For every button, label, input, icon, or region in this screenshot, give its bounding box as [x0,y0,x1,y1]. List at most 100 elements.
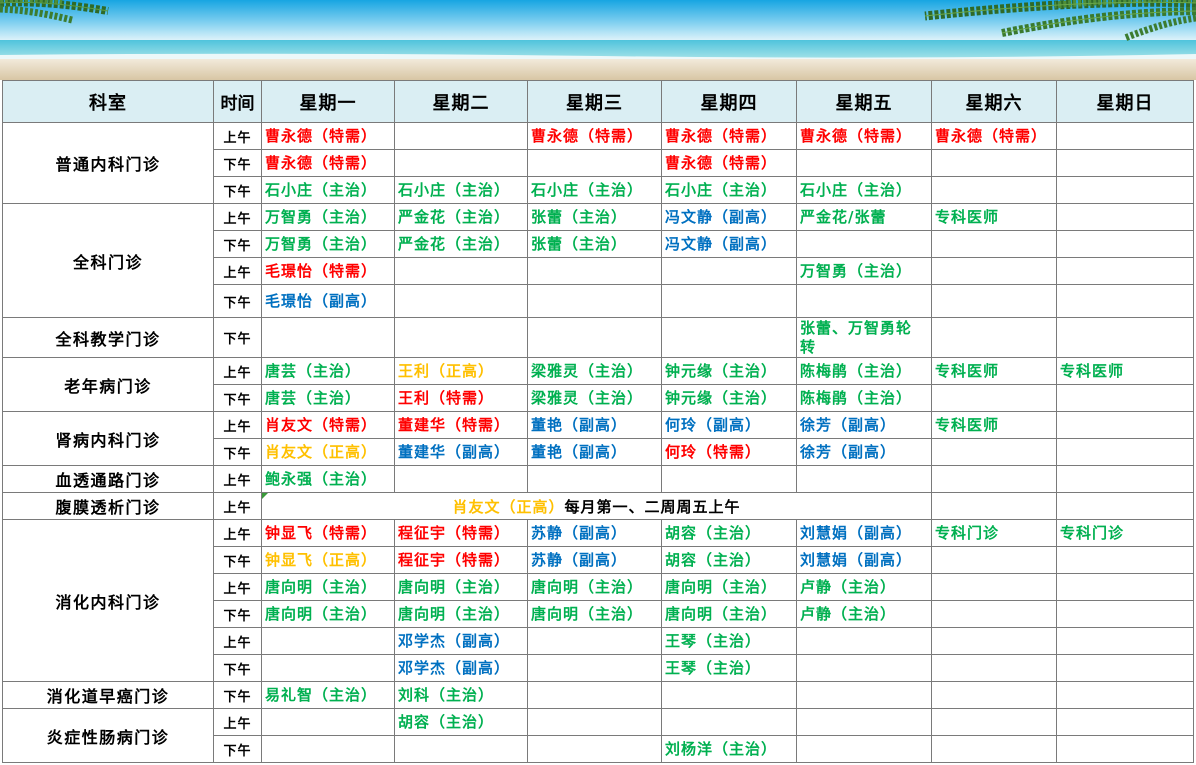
doctor-entry: 钟元缘（主治） [665,361,778,380]
schedule-cell-tue: 邓学杰（副高） [394,654,528,682]
time-slot: 下午 [213,681,262,709]
doctor-entry: 苏静（副高） [531,523,628,542]
empty-cell-tue [394,317,528,358]
doctor-entry: 胡容（主治） [665,550,762,569]
schedule-cell-wed: 苏静（副高） [527,519,662,547]
doctor-entry: 专科医师 [935,207,1000,226]
schedule-cell-thu: 曹永德（特需） [661,149,797,177]
schedule-cell-mon: 钟显飞（特需） [261,519,395,547]
schedule-cell-mon: 毛璟怡（副高） [261,284,395,318]
schedule-cell-mon: 万智勇（主治） [261,203,395,231]
doctor-entry: 钟元缘（主治） [665,388,778,407]
schedule-cell-thu: 刘杨洋（主治） [661,735,797,763]
empty-cell-tue [394,257,528,285]
time-slot: 下午 [213,230,262,258]
doctor-entry: 专科门诊 [1060,523,1125,542]
empty-cell-tue [394,284,528,318]
doctor-entry: 曹永德（特需） [265,153,378,172]
schedule-cell-tue: 王利（特需） [394,384,528,412]
time-slot: 下午 [213,654,262,682]
empty-cell-sun [1056,284,1194,318]
empty-cell-fri [796,708,932,736]
schedule-cell-sat: 专科门诊 [931,519,1057,547]
doctor-entry: 刘慧娟（副高） [800,523,913,542]
empty-cell-sun [1056,492,1194,520]
empty-cell-sat [931,600,1057,628]
doctor-entry: 石小庄（主治） [398,180,511,199]
doctor-entry: 冯文静（副高） [665,234,778,253]
schedule-cell-tue: 严金花（主治） [394,230,528,258]
empty-cell-fri [796,627,932,655]
doctor-entry: 邓学杰（副高） [398,631,511,650]
doctor-entry: 严金花/张蕾 [800,207,887,226]
schedule-cell-fri: 徐芳（副高） [796,411,932,439]
department-name: 血透通路门诊 [2,465,214,493]
doctor-entry: 石小庄（主治） [665,180,778,199]
empty-cell-mon [261,627,395,655]
department-name: 全科教学门诊 [2,317,214,358]
schedule-cell-mon: 唐芸（主治） [261,357,395,385]
schedule-cell-sun: 专科医师 [1056,357,1194,385]
empty-cell-sun [1056,230,1194,258]
doctor-entry: 万智勇（主治） [800,261,913,280]
empty-cell-wed [527,735,662,763]
empty-cell-fri [796,735,932,763]
schedule-cell-thu: 何玲（特需） [661,438,797,466]
doctor-entry: 专科医师 [1060,361,1125,380]
schedule-cell-mon: 唐向明（主治） [261,600,395,628]
time-slot: 下午 [213,438,262,466]
schedule-cell-sun: 专科门诊 [1056,519,1194,547]
schedule-cell-tue: 胡容（主治） [394,708,528,736]
empty-cell-sat [931,546,1057,574]
schedule-cell-tue: 唐向明（主治） [394,573,528,601]
merged-note-text: 每月第一、二周周五上午 [564,497,741,516]
doctor-entry: 毛璟怡（副高） [265,291,378,310]
schedule-row: 消化道早癌门诊 下午 易礼智（主治） 刘科（主治） [2,681,1194,709]
empty-cell-sat [931,573,1057,601]
schedule-cell-fri: 刘慧娟（副高） [796,519,932,547]
doctor-entry: 肖友文（正高） [265,442,378,461]
doctor-entry: 专科医师 [935,361,1000,380]
empty-cell-thu [661,708,797,736]
empty-cell-tue [394,149,528,177]
doctor-entry: 鲍永强（主治） [265,469,378,488]
empty-cell-fri [796,654,932,682]
time-slot: 下午 [213,149,262,177]
schedule-cell-tue: 石小庄（主治） [394,176,528,204]
schedule-cell-mon: 易礼智（主治） [261,681,395,709]
schedule-cell-mon: 唐向明（主治） [261,573,395,601]
doctor-entry: 张蕾、万智勇轮转 [800,318,913,356]
doctor-entry: 王琴（主治） [665,658,762,677]
empty-cell-sat [931,492,1057,520]
schedule-cell-mon: 曹永德（特需） [261,149,395,177]
doctor-entry: 张蕾（主治） [531,234,628,253]
empty-cell-sun [1056,573,1194,601]
doctor-entry: 专科门诊 [935,523,1000,542]
doctor-entry: 严金花（主治） [398,234,511,253]
schedule-cell-thu: 唐向明（主治） [661,573,797,601]
schedule-cell-tue: 程征宇（特需） [394,519,528,547]
time-slot: 下午 [213,735,262,763]
doctor-entry: 何玲（副高） [665,415,762,434]
header-day-mon: 星期一 [261,80,395,123]
doctor-entry: 易礼智（主治） [265,685,378,704]
header-day-wed: 星期三 [527,80,662,123]
schedule-cell-mon: 钟显飞（正高） [261,546,395,574]
schedule-cell-thu: 冯文静（副高） [661,230,797,258]
doctor-entry: 冯文静（副高） [665,207,778,226]
doctor-entry: 梁雅灵（主治） [531,361,644,380]
empty-cell-sun [1056,708,1194,736]
doctor-entry: 钟显飞（特需） [265,523,378,542]
empty-cell-mon [261,654,395,682]
empty-cell-wed [527,708,662,736]
department-name: 消化内科门诊 [2,519,214,682]
time-slot: 上午 [213,122,262,150]
doctor-entry: 陈梅鹃（主治） [800,388,913,407]
time-slot: 上午 [213,411,262,439]
time-slot: 下午 [213,284,262,318]
schedule-cell-thu: 胡容（主治） [661,546,797,574]
empty-cell-wed [527,257,662,285]
schedule-cell-fri: 万智勇（主治） [796,257,932,285]
schedule-cell-fri: 曹永德（特需） [796,122,932,150]
doctor-entry: 曹永德（特需） [265,126,378,145]
